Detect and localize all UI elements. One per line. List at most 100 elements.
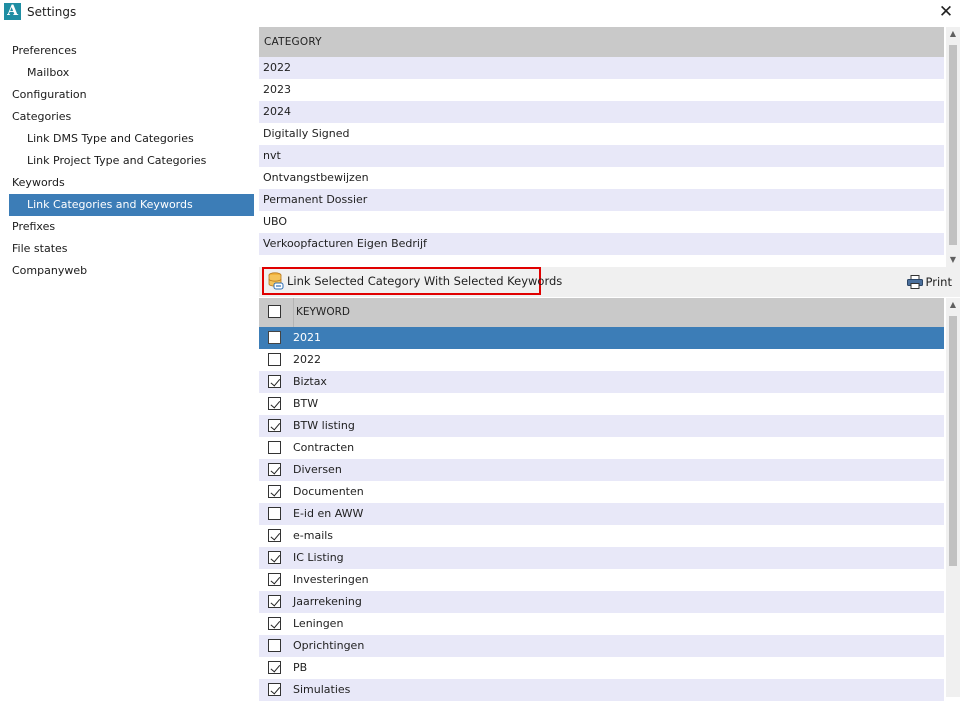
print-button[interactable]: Print bbox=[906, 273, 952, 291]
category-row[interactable]: UBO bbox=[259, 211, 944, 233]
link-button-label: Link Selected Category With Selected Key… bbox=[287, 274, 563, 288]
keyword-checkbox[interactable] bbox=[268, 661, 281, 674]
category-row[interactable]: 2022 bbox=[259, 57, 944, 79]
keyword-checkbox[interactable] bbox=[268, 507, 281, 520]
keyword-label: Jaarrekening bbox=[293, 595, 362, 608]
keyword-checkbox[interactable] bbox=[268, 397, 281, 410]
keyword-label: IC Listing bbox=[293, 551, 344, 564]
keyword-rows: 2021 2022 Biztax BTW BTW listing Contracten Di… bbox=[259, 327, 944, 701]
scroll-up-arrow-icon[interactable]: ▲ bbox=[946, 298, 960, 312]
scroll-up-arrow-icon[interactable]: ▲ bbox=[946, 27, 960, 41]
link-toolbar: Link Selected Category With Selected Key… bbox=[259, 267, 960, 297]
keyword-label: BTW bbox=[293, 397, 319, 410]
window-title: Settings bbox=[27, 5, 77, 19]
keyword-label: Leningen bbox=[293, 617, 344, 630]
scroll-down-arrow-icon[interactable]: ▼ bbox=[946, 253, 960, 267]
category-scrollbar[interactable]: ▲ ▼ bbox=[946, 27, 960, 267]
keyword-checkbox[interactable] bbox=[268, 683, 281, 696]
keyword-checkbox[interactable] bbox=[268, 573, 281, 586]
keyword-row[interactable]: BTW bbox=[259, 393, 944, 415]
keyword-row[interactable]: BTW listing bbox=[259, 415, 944, 437]
keyword-checkbox[interactable] bbox=[268, 529, 281, 542]
keyword-row[interactable]: 2022 bbox=[259, 349, 944, 371]
sidebar-item-keywords[interactable]: Keywords bbox=[0, 172, 256, 194]
keyword-checkbox[interactable] bbox=[268, 331, 281, 344]
sidebar-item-mailbox[interactable]: Mailbox bbox=[0, 62, 256, 84]
keyword-checkbox[interactable] bbox=[268, 595, 281, 608]
close-icon: ✕ bbox=[938, 2, 954, 22]
keyword-row[interactable]: Simulaties bbox=[259, 679, 944, 701]
app-logo: A bbox=[4, 3, 21, 20]
keyword-row[interactable]: E-id en AWW bbox=[259, 503, 944, 525]
keyword-label: Diversen bbox=[293, 463, 342, 476]
printer-icon bbox=[906, 275, 923, 289]
category-row[interactable]: Digitally Signed bbox=[259, 123, 944, 145]
keyword-label: Biztax bbox=[293, 375, 327, 388]
close-button[interactable]: ✕ bbox=[934, 2, 958, 22]
keyword-row[interactable]: IC Listing bbox=[259, 547, 944, 569]
keyword-label: Oprichtingen bbox=[293, 639, 365, 652]
keyword-label: E-id en AWW bbox=[293, 507, 364, 520]
category-column-header[interactable]: CATEGORY bbox=[259, 27, 944, 57]
sidebar-item-link-project-type-and-categories[interactable]: Link Project Type and Categories bbox=[0, 150, 256, 172]
keyword-row[interactable]: Leningen bbox=[259, 613, 944, 635]
category-row[interactable]: Ontvangstbewijzen bbox=[259, 167, 944, 189]
keyword-row[interactable]: Oprichtingen bbox=[259, 635, 944, 657]
keyword-column-header: KEYWORD bbox=[259, 298, 944, 327]
keyword-label: Investeringen bbox=[293, 573, 369, 586]
keyword-row[interactable]: Documenten bbox=[259, 481, 944, 503]
sidebar-item-link-dms-type-and-categories[interactable]: Link DMS Type and Categories bbox=[0, 128, 256, 150]
keyword-checkbox[interactable] bbox=[268, 463, 281, 476]
keyword-row[interactable]: Diversen bbox=[259, 459, 944, 481]
keyword-row[interactable]: Investeringen bbox=[259, 569, 944, 591]
title-bar: A Settings ✕ bbox=[0, 0, 960, 25]
keyword-scrollbar[interactable]: ▲ bbox=[946, 298, 960, 697]
keyword-row[interactable]: 2021 bbox=[259, 327, 944, 349]
keyword-checkbox[interactable] bbox=[268, 617, 281, 630]
keyword-label: 2021 bbox=[293, 331, 321, 344]
keyword-checkbox[interactable] bbox=[268, 441, 281, 454]
sidebar-item-configuration[interactable]: Configuration bbox=[0, 84, 256, 106]
sidebar-item-preferences[interactable]: Preferences bbox=[0, 40, 256, 62]
sidebar-item-file-states[interactable]: File states bbox=[0, 238, 256, 260]
sidebar-item-link-categories-and-keywords[interactable]: Link Categories and Keywords bbox=[9, 194, 254, 216]
category-rows: 2022 2023 2024 Digitally Signed nvt Ontvangst… bbox=[259, 57, 944, 255]
keyword-checkbox[interactable] bbox=[268, 375, 281, 388]
keyword-label: Contracten bbox=[293, 441, 355, 454]
keyword-checkbox[interactable] bbox=[268, 639, 281, 652]
settings-sidebar: Preferences Mailbox Configuration Categorie… bbox=[0, 40, 256, 282]
keyword-checkbox[interactable] bbox=[268, 485, 281, 498]
keyword-row[interactable]: PB bbox=[259, 657, 944, 679]
keyword-label: Documenten bbox=[293, 485, 364, 498]
sidebar-item-companyweb[interactable]: Companyweb bbox=[0, 260, 256, 282]
print-label: Print bbox=[925, 275, 952, 289]
scroll-thumb[interactable] bbox=[949, 45, 957, 245]
link-category-keywords-button[interactable]: Link Selected Category With Selected Key… bbox=[262, 267, 562, 295]
sidebar-item-categories[interactable]: Categories bbox=[0, 106, 256, 128]
keyword-label: BTW listing bbox=[293, 419, 355, 432]
category-row[interactable]: 2024 bbox=[259, 101, 944, 123]
keyword-checkbox[interactable] bbox=[268, 419, 281, 432]
keyword-row[interactable]: e-mails bbox=[259, 525, 944, 547]
select-all-checkbox-wrap bbox=[268, 305, 281, 318]
category-grid: CATEGORY 2022 2023 2024 Digitally Signed nvt… bbox=[259, 27, 944, 255]
keyword-label: 2022 bbox=[293, 353, 321, 366]
category-row[interactable]: Permanent Dossier bbox=[259, 189, 944, 211]
select-all-checkbox[interactable] bbox=[268, 305, 281, 318]
database-link-icon bbox=[268, 272, 284, 290]
sidebar-item-prefixes[interactable]: Prefixes bbox=[0, 216, 256, 238]
keyword-label: e-mails bbox=[293, 529, 334, 542]
keyword-checkbox[interactable] bbox=[268, 353, 281, 366]
keyword-grid: KEYWORD 2021 2022 Biztax BTW BTW listing Cont… bbox=[259, 298, 944, 701]
keyword-row[interactable]: Contracten bbox=[259, 437, 944, 459]
scroll-thumb[interactable] bbox=[949, 316, 957, 566]
keyword-row[interactable]: Biztax bbox=[259, 371, 944, 393]
keyword-label: Simulaties bbox=[293, 683, 351, 696]
keyword-row[interactable]: Jaarrekening bbox=[259, 591, 944, 613]
category-row[interactable]: nvt bbox=[259, 145, 944, 167]
category-row[interactable]: 2023 bbox=[259, 79, 944, 101]
keyword-checkbox[interactable] bbox=[268, 551, 281, 564]
category-row[interactable]: Verkoopfacturen Eigen Bedrijf bbox=[259, 233, 944, 255]
keyword-label: PB bbox=[293, 661, 308, 674]
keyword-header-label[interactable]: KEYWORD bbox=[293, 298, 350, 327]
